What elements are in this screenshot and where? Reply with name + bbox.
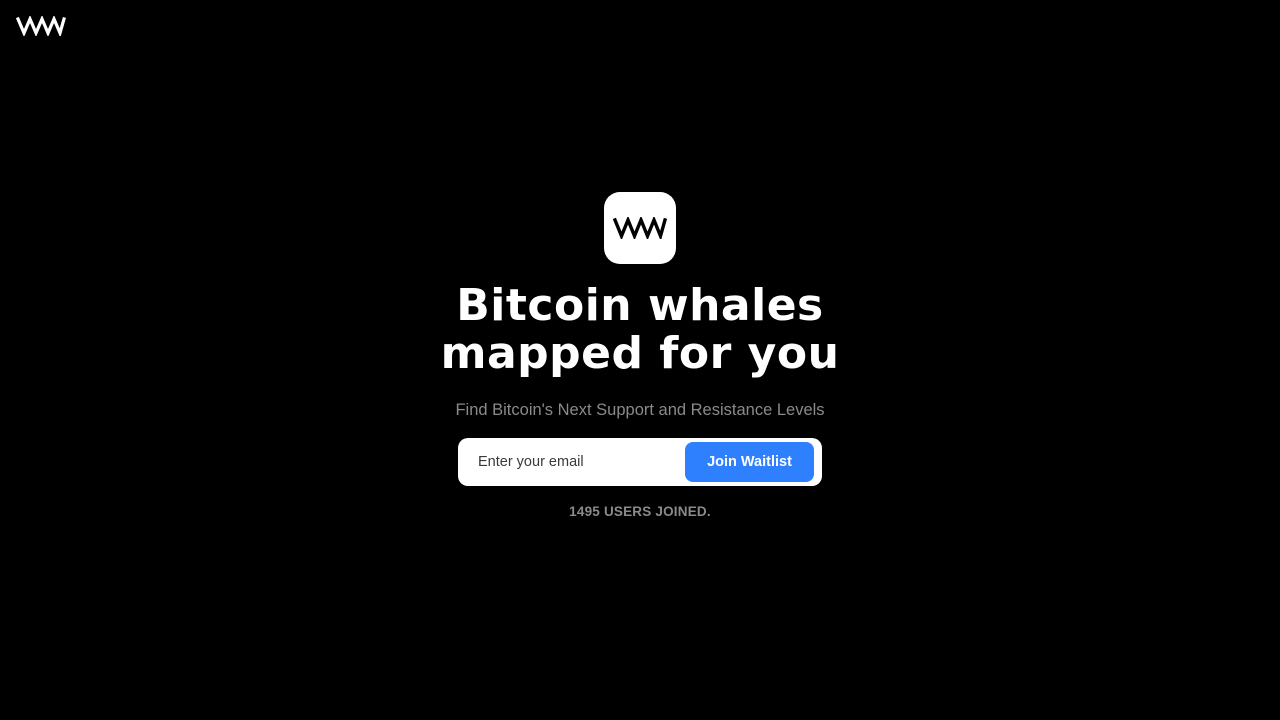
subtitle: Find Bitcoin's Next Support and Resistan… [455, 401, 825, 419]
email-input[interactable] [478, 442, 685, 482]
users-joined-count: 1495 USERS JOINED. [569, 504, 711, 519]
header-logo-link[interactable] [16, 16, 66, 36]
waitlist-form: Join Waitlist [458, 438, 822, 486]
app-icon [604, 192, 676, 264]
headline-line-2: mapped for you [440, 328, 840, 379]
wave-logo-icon [613, 217, 667, 239]
wave-logo-icon [16, 16, 66, 36]
headline-line-1: Bitcoin whales [456, 280, 824, 331]
landing-page: Bitcoin whales mapped for you Find Bitco… [0, 0, 1280, 720]
join-waitlist-button[interactable]: Join Waitlist [685, 442, 814, 482]
hero-section: Bitcoin whales mapped for you Find Bitco… [0, 192, 1280, 519]
headline: Bitcoin whales mapped for you [441, 282, 840, 378]
